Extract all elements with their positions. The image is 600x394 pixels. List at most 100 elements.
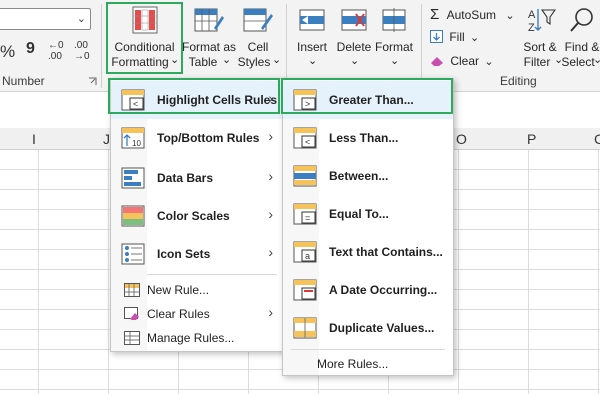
- column-header-p[interactable]: P: [527, 131, 536, 147]
- chevron-down-icon: ⌄: [350, 55, 360, 67]
- insert-label: Insert: [296, 40, 327, 54]
- group-divider: [101, 4, 102, 88]
- format-cells-icon: [382, 8, 406, 32]
- menu-item-icon-sets[interactable]: Icon Sets ›: [111, 235, 283, 273]
- chevron-right-icon: ›: [268, 128, 273, 144]
- column-header-j[interactable]: J: [103, 131, 110, 147]
- submenu-item-between[interactable]: Between...: [283, 157, 453, 195]
- duplicate-values-icon: [293, 317, 317, 339]
- menu-separator: [291, 349, 445, 350]
- cell-styles-button[interactable]: Cell Styles ⌄: [234, 4, 282, 72]
- submenu-item-less-than[interactable]: < Less Than...: [283, 119, 453, 157]
- submenu-item-date-occurring[interactable]: A Date Occurring...: [283, 271, 453, 309]
- editing-group-label: Editing: [500, 74, 537, 88]
- clear-label: Clear: [450, 54, 480, 68]
- submenu-item-label: Equal To...: [329, 207, 389, 221]
- sigma-icon: Σ: [430, 6, 440, 23]
- magnifier-icon: [570, 8, 593, 32]
- dialog-launcher-icon[interactable]: [88, 77, 97, 86]
- find-select-button[interactable]: Find & Select ⌄: [561, 4, 600, 72]
- menu-item-label: Icon Sets: [157, 247, 211, 261]
- highlight-cells-rules-submenu: > Greater Than... < Less Than... Between…: [282, 78, 454, 376]
- format-cells-button[interactable]: Format ⌄: [374, 4, 414, 72]
- highlight-cells-rules-highlight: [108, 78, 280, 114]
- icon-sets-icon: [121, 243, 145, 265]
- delete-label: Delete: [336, 40, 372, 54]
- submenu-item-duplicate-values[interactable]: Duplicate Values...: [283, 309, 453, 347]
- color-scales-icon: [121, 205, 145, 227]
- eraser-icon: [431, 57, 443, 66]
- menu-separator: [147, 274, 277, 275]
- delete-cells-button[interactable]: Delete ⌄: [334, 4, 374, 72]
- autosum-button[interactable]: Σ AutoSum ⌄: [430, 6, 515, 24]
- menu-item-label: Color Scales: [157, 209, 230, 223]
- menu-item-label: New Rule...: [147, 283, 210, 297]
- number-group-label: Number: [2, 74, 45, 88]
- chevron-down-icon: ⌄: [76, 13, 86, 25]
- cell-styles-icon: [243, 8, 273, 32]
- format-as-table-label-2: Table: [188, 55, 218, 69]
- submenu-item-label: A Date Occurring...: [329, 283, 438, 297]
- submenu-item-label: More Rules...: [317, 357, 389, 371]
- menu-item-data-bars[interactable]: Data Bars ›: [111, 159, 283, 197]
- menu-item-manage-rules[interactable]: Manage Rules...: [111, 325, 283, 351]
- submenu-item-label: Text that Contains...: [329, 245, 443, 259]
- submenu-item-more-rules[interactable]: More Rules...: [283, 351, 453, 377]
- insert-cells-button[interactable]: Insert ⌄: [292, 4, 332, 72]
- format-label: Format: [374, 40, 413, 54]
- greater-than-highlight: [281, 78, 453, 114]
- menu-item-label: Clear Rules: [147, 307, 210, 321]
- insert-cells-icon: [299, 9, 325, 31]
- conditional-formatting-highlight: [106, 2, 183, 74]
- column-header-o[interactable]: O: [456, 131, 467, 147]
- sort-filter-button[interactable]: A Z Sort & Filter ⌄: [518, 4, 563, 72]
- text-contains-icon: a: [293, 241, 317, 263]
- percent-style-button[interactable]: %: [0, 42, 15, 62]
- submenu-item-text-contains[interactable]: a Text that Contains...: [283, 233, 453, 271]
- delete-cells-icon: [341, 9, 367, 31]
- increase-decimal-button[interactable]: ←0 .00: [48, 40, 70, 62]
- sort-filter-label-2: Filter: [523, 55, 551, 69]
- chevron-right-icon: ›: [268, 206, 273, 222]
- fill-button[interactable]: Fill ⌄: [430, 30, 479, 48]
- svg-text:<: <: [305, 137, 310, 147]
- svg-text:=: =: [305, 213, 310, 223]
- column-header-i[interactable]: I: [32, 131, 36, 147]
- menu-item-top-bottom-rules[interactable]: 10 Top/Bottom Rules ›: [111, 119, 283, 157]
- chevron-down-icon: ⌄: [470, 32, 480, 44]
- date-occurring-icon: [293, 279, 317, 301]
- decrease-decimal-button[interactable]: .00 →0: [74, 40, 98, 62]
- submenu-item-label: Between...: [329, 169, 389, 183]
- comma-style-button[interactable]: 9: [26, 40, 35, 58]
- clear-button[interactable]: Clear ⌄: [430, 54, 494, 72]
- menu-item-label: Manage Rules...: [147, 331, 235, 345]
- number-format-dropdown[interactable]: ⌄: [0, 8, 91, 30]
- chevron-down-icon: ⌄: [593, 54, 600, 66]
- less-than-icon: <: [293, 127, 317, 149]
- data-bars-icon: [121, 167, 145, 189]
- chevron-down-icon: ⌄: [308, 55, 318, 67]
- group-divider: [286, 4, 287, 88]
- chevron-right-icon: ›: [268, 168, 273, 184]
- new-rule-icon: [124, 283, 140, 297]
- equal-to-icon: =: [293, 203, 317, 225]
- chevron-down-icon: ⌄: [505, 10, 515, 22]
- sort-filter-icon: A Z: [528, 9, 556, 34]
- chevron-down-icon: ⌄: [272, 54, 282, 66]
- menu-item-new-rule[interactable]: New Rule...: [111, 277, 283, 303]
- between-icon: [293, 165, 317, 187]
- menu-item-label: Top/Bottom Rules: [157, 131, 260, 145]
- menu-item-label: Data Bars: [157, 171, 214, 185]
- conditional-formatting-menu: < Highlight Cells Rules › 10 Top/Bottom …: [110, 78, 284, 352]
- column-header-q[interactable]: C: [594, 131, 600, 147]
- submenu-item-equal-to[interactable]: = Equal To...: [283, 195, 453, 233]
- format-as-table-button[interactable]: Format as Table ⌄: [182, 4, 236, 72]
- menu-item-clear-rules[interactable]: Clear Rules ›: [111, 301, 283, 327]
- menu-item-color-scales[interactable]: Color Scales ›: [111, 197, 283, 235]
- chevron-down-icon: ⌄: [390, 55, 400, 67]
- top-bottom-icon: 10: [121, 127, 145, 149]
- svg-text:Z: Z: [528, 22, 535, 34]
- find-select-label-2: Select: [561, 55, 595, 69]
- chevron-down-icon: ⌄: [484, 56, 494, 68]
- submenu-item-label: Duplicate Values...: [329, 321, 435, 335]
